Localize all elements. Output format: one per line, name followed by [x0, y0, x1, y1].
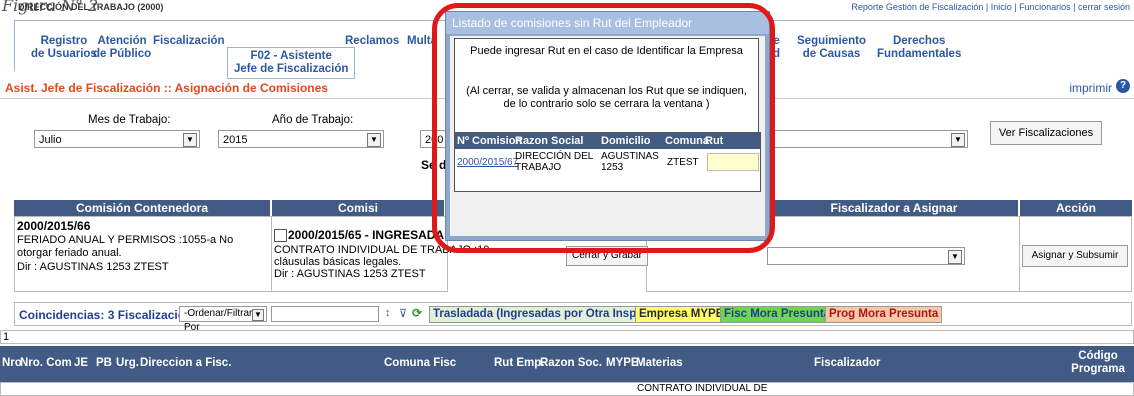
tab-f02-asistente[interactable]: F02 - Asistente Jefe de Fiscalización: [227, 47, 356, 79]
org-name: DIRECCIÓN DEL TRABAJO (2000): [18, 2, 164, 12]
results-col: Código Programa: [1071, 350, 1125, 375]
results-col: JE: [74, 357, 89, 369]
row-count-cell: 1: [0, 330, 1134, 344]
mes-label: Mes de Trabajo:: [88, 114, 171, 126]
tab-fiscalizacion[interactable]: Fiscalización: [153, 35, 225, 48]
chevron-down-icon: ▼: [252, 309, 264, 321]
comision-dir: Dir : AGUSTINAS 1253 ZTEST: [274, 268, 426, 280]
filter-icon[interactable]: ⊽: [399, 307, 407, 320]
contenedora-desc: FERIADO ANUAL Y PERMISOS :1055-a No otor…: [17, 234, 234, 259]
legend-empresa-mype: Empresa MYPE: [635, 306, 728, 323]
ver-fiscalizaciones-button[interactable]: Ver Fiscalizaciones: [990, 121, 1102, 145]
tab-atencion-publico[interactable]: Atención de Público: [93, 35, 151, 61]
tab-seguimiento-causas[interactable]: Seguimiento de Causas: [797, 35, 866, 61]
header-accion: Acción: [1020, 200, 1132, 216]
chevron-down-icon: ▼: [183, 133, 197, 147]
contenedora-cell: 2000/2015/66 FERIADO ANUAL Y PERMISOS :1…: [14, 216, 272, 292]
comision-desc2: cláusulas básicas legales.: [274, 256, 402, 268]
coincidencias-bar: Coincidencias: 3 Fiscalización(s) -Orden…: [14, 302, 1132, 333]
tab-registro-usuarios[interactable]: Registro de Usuarios: [31, 35, 97, 61]
anio-label: Año de Trabajo:: [272, 114, 354, 126]
results-col: PB: [96, 357, 112, 369]
comision-cell: 2000/2015/65 - INGRESADA CONTRATO INDIVI…: [272, 216, 489, 292]
highlight-ring: [432, 3, 775, 253]
anio-select[interactable]: 2015 ▼: [218, 130, 384, 148]
results-col: Direccion a Fisc.: [140, 357, 232, 369]
page-title: Asist. Jefe de Fiscalización :: Asignaci…: [5, 81, 328, 95]
contenedora-dir: Dir : AGUSTINAS 1253 ZTEST: [17, 261, 169, 273]
chevron-down-icon: ▼: [367, 133, 381, 147]
tab-derechos-fundamentales[interactable]: Derechos Fundamentales: [877, 35, 961, 61]
asignar-subsumir-button[interactable]: Asignar y Subsumir: [1022, 245, 1128, 267]
results-row: CONTRATO INDIVIDUAL DE: [0, 382, 1134, 396]
filter-text-input[interactable]: [271, 306, 379, 322]
order-filter-select[interactable]: -Ordenar/Filtrar Por ▼: [179, 306, 267, 333]
sort-az-icon[interactable]: ↕: [385, 307, 391, 319]
results-col: Urg.: [116, 357, 139, 369]
legend-prog-mora: Prog Mora Presunta: [825, 306, 943, 323]
results-col: Materias: [636, 357, 683, 369]
mes-select[interactable]: Julio ▼: [34, 130, 200, 148]
top-links[interactable]: Reporte Gestión de Fiscalización | Inici…: [851, 2, 1130, 12]
fiscalizador-asignar-select[interactable]: ▼: [767, 247, 965, 265]
results-col: Rut Emp.: [494, 357, 545, 369]
results-col: Comuna Fisc: [384, 357, 457, 369]
legend-fisc-mora: Fisc Mora Presunta: [720, 306, 835, 323]
chevron-down-icon: ▼: [948, 250, 962, 264]
chevron-down-icon: ▼: [951, 133, 965, 147]
partial-row-text: CONTRATO INDIVIDUAL DE: [637, 383, 768, 394]
comision-code: 2000/2015/65 - INGRESADA: [288, 228, 445, 242]
fiscalizador-select[interactable]: ▼: [770, 130, 968, 148]
row-count: 1: [3, 331, 10, 343]
print-link[interactable]: imprimir: [1069, 81, 1112, 95]
results-header: Nro Nro. Com JE PB Urg. Direccion a Fisc. Comu…: [0, 346, 1134, 382]
results-col: Nro: [2, 357, 22, 369]
accion-cell: Asignar y Subsumir: [1020, 216, 1132, 292]
help-icon[interactable]: ?: [1116, 79, 1130, 93]
header-comision: Comisi: [272, 200, 444, 216]
header-fiscalizador: Fiscalizador a Asignar: [770, 200, 1018, 216]
refresh-icon[interactable]: ⟳: [412, 306, 422, 320]
results-col: Razon Soc.: [540, 357, 602, 369]
header-contenedora: Comisión Contenedora: [14, 200, 270, 216]
tab-reclamos[interactable]: Reclamos: [345, 35, 399, 48]
results-col: Fiscalizador: [814, 357, 881, 369]
comision-checkbox[interactable]: [274, 229, 287, 242]
results-col: Nro. Com: [20, 357, 72, 369]
results-col: MYPE: [606, 357, 639, 369]
contenedora-code: 2000/2015/66: [17, 219, 91, 233]
